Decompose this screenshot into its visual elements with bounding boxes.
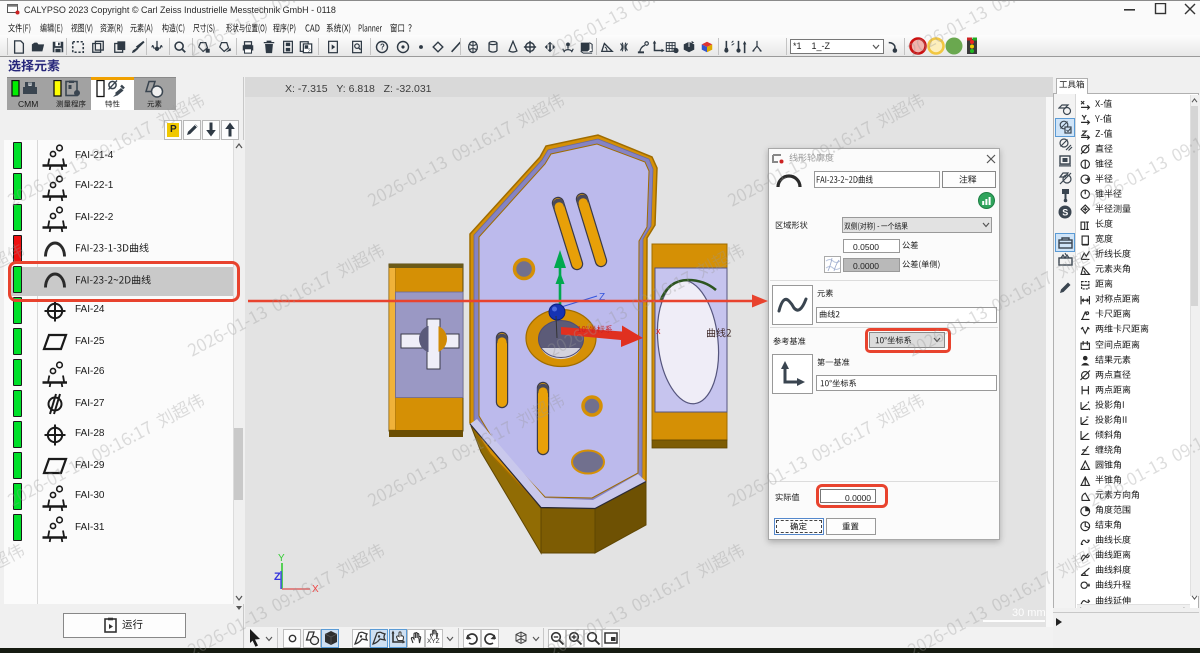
svg-text:X: X	[312, 584, 319, 595]
svg-text:Y: Y	[278, 553, 285, 564]
svg-text:?: ?	[380, 43, 385, 52]
svg-text:S: S	[1062, 208, 1068, 218]
svg-text:Z: Z	[274, 571, 281, 583]
svg-text:2: 2	[308, 48, 311, 54]
